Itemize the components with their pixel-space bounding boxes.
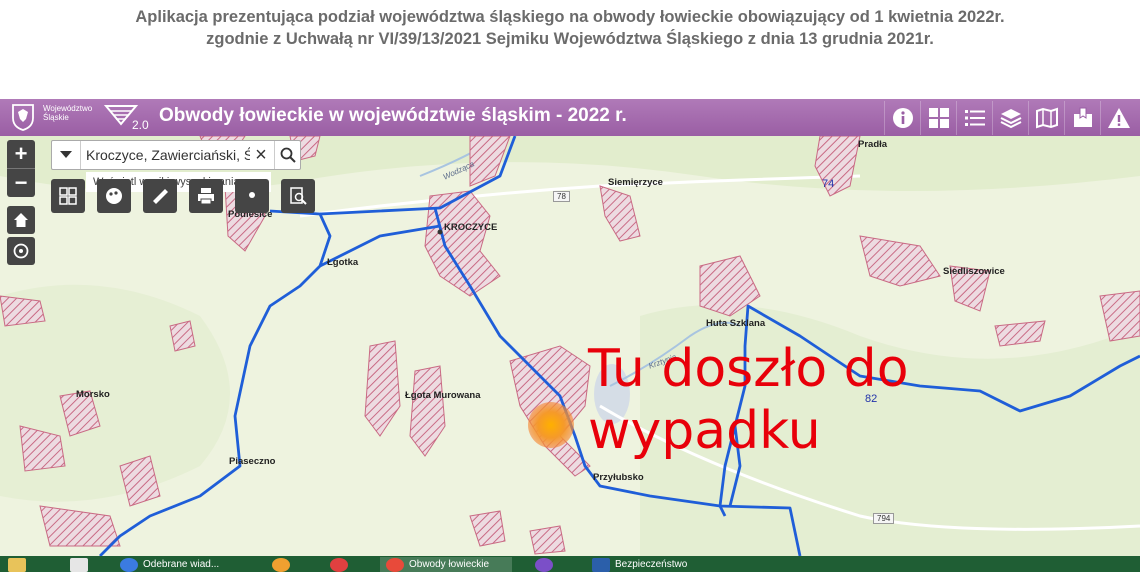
map-icon[interactable]	[1028, 101, 1064, 135]
road-number: 794	[873, 513, 895, 524]
place-label: Piaseczno	[229, 456, 276, 467]
draw-button[interactable]	[235, 179, 269, 213]
ruler-icon	[153, 189, 168, 204]
accident-annotation: Tu doszło do wypadku	[588, 338, 909, 462]
warning-icon[interactable]	[1100, 101, 1136, 135]
os-taskbar: Odebrane wiad... Obwody łowieckie Bezpie…	[0, 556, 1140, 572]
app-icon[interactable]	[330, 557, 348, 572]
print-button[interactable]	[189, 179, 223, 213]
accident-location-marker	[528, 402, 574, 448]
org-name-line-2: Śląskie	[43, 113, 69, 122]
taskbar-item-label: Bezpieczeństwo	[615, 559, 688, 570]
place-label: KROCZYCE	[444, 222, 498, 233]
place-label: Siedliszowice	[943, 266, 1005, 277]
zoom-in-button[interactable]: +	[7, 140, 35, 168]
taskbar-item-label: Odebrane wiad...	[143, 559, 220, 570]
print-icon	[198, 188, 214, 205]
clear-search-button[interactable]: ×	[251, 143, 271, 167]
notes-icon[interactable]	[70, 557, 88, 572]
identify-button[interactable]	[281, 179, 315, 213]
search-input[interactable]	[86, 144, 250, 166]
coat-of-arms-icon	[8, 102, 38, 132]
caption-line-1: Aplikacja prezentująca podział województ…	[135, 8, 1005, 26]
app-icon[interactable]	[272, 557, 290, 572]
list-icon[interactable]	[956, 101, 992, 135]
place-label: Łgotka	[327, 257, 359, 268]
page-caption: Aplikacja prezentująca podział województ…	[0, 6, 1140, 50]
locate-button[interactable]	[7, 237, 35, 265]
theme-button[interactable]	[97, 179, 131, 213]
app-icon[interactable]	[535, 557, 553, 572]
taskbar-item-browser[interactable]: Obwody łowieckie	[380, 557, 512, 572]
basemap-icon	[59, 187, 77, 205]
chevron-down-icon	[60, 151, 72, 158]
search-source-dropdown[interactable]	[52, 141, 81, 169]
taskbar-item-label: Obwody łowieckie	[409, 559, 490, 570]
taskbar-item-document[interactable]: Bezpieczeństwo	[592, 557, 687, 572]
home-button[interactable]	[7, 206, 35, 234]
basemap-button[interactable]	[51, 179, 85, 213]
org-name: Województwo Śląskie	[43, 104, 92, 122]
app-header: Województwo Śląskie 2.0 Obwody łowieckie…	[0, 99, 1140, 136]
home-icon	[14, 213, 28, 227]
zoom-document-icon	[290, 187, 307, 205]
place-label: Pradła	[858, 139, 888, 150]
bookmark-icon[interactable]	[1064, 101, 1100, 135]
org-name-line-1: Województwo	[43, 104, 93, 113]
place-label: Siemięrzyce	[608, 177, 663, 188]
search-icon	[280, 147, 296, 163]
annotation-line-2: wypadku	[588, 401, 821, 461]
palette-icon	[106, 188, 122, 204]
header-toolbar	[884, 101, 1136, 135]
app-title: Obwody łowieckie w województwie śląskim …	[159, 105, 627, 126]
caption-line-2: zgodnie z Uchwałą nr VI/39/13/2021 Sejmi…	[206, 30, 934, 48]
pin-icon	[249, 192, 255, 198]
app-logo: 2.0	[103, 102, 154, 134]
layers-icon[interactable]	[992, 101, 1028, 135]
taskbar-item-messages[interactable]: Odebrane wiad...	[120, 557, 219, 572]
road-number: 78	[553, 191, 570, 202]
place-label: Łgota Murowana	[405, 390, 481, 401]
measure-button[interactable]	[143, 179, 177, 213]
search-button[interactable]	[274, 141, 301, 169]
folder-icon[interactable]	[8, 557, 26, 572]
place-label: Huta Szklana	[706, 318, 766, 329]
zoom-out-button[interactable]: −	[7, 168, 35, 197]
annotation-line-1: Tu doszło do	[588, 339, 909, 399]
search-box: ×	[51, 140, 301, 170]
locate-icon	[13, 243, 29, 259]
grid-icon[interactable]	[920, 101, 956, 135]
area-number: 74	[822, 178, 835, 190]
info-icon[interactable]	[884, 101, 920, 135]
logo-version: 2.0	[132, 118, 149, 132]
place-label: Morsko	[76, 389, 110, 400]
zoom-control: + −	[7, 140, 35, 197]
place-label: Przyłubsko	[593, 472, 644, 483]
